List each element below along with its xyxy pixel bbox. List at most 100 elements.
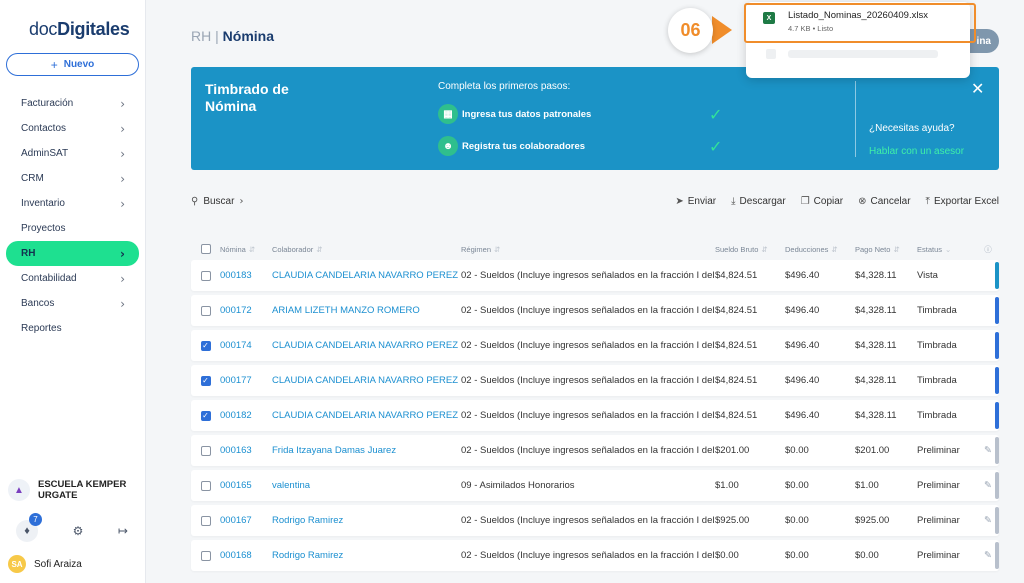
status-badge: Preliminar [917,550,960,561]
row-checkbox[interactable] [200,445,211,456]
sidebar-item-label: Proyectos [21,223,66,234]
colaborador-link[interactable]: CLAUDIA CANDELARIA NAVARRO PEREZ [272,375,461,386]
step-register-employees[interactable]: ☻ Registra tus colaboradores [438,136,585,156]
breadcrumb-parent[interactable]: RH [191,28,211,44]
nomina-link[interactable]: 000167 [220,515,272,526]
column-deducciones[interactable]: Deducciones ⇵ [785,245,855,254]
nomina-link[interactable]: 000177 [220,375,272,386]
column-sueldo-bruto[interactable]: Sueldo Bruto ⇵ [715,245,785,254]
edit-pencil-icon[interactable]: ✎ [984,550,992,561]
download-button[interactable]: ⤓ Descargar [731,196,786,207]
sidebar-item-bancos[interactable]: Bancos › [6,291,139,316]
nomina-link[interactable]: 000168 [220,550,272,561]
table-row[interactable]: 000167 Rodrigo Ramirez 02 - Sueldos (Inclu… [191,505,999,536]
nomina-link[interactable]: 000174 [220,340,272,351]
close-icon[interactable]: ✕ [971,79,984,99]
table-row[interactable]: ✓ 000174 CLAUDIA CANDELARIA NAVARRO PEREZ 0… [191,330,999,361]
bell-icon[interactable]: ♦ 7 [16,513,42,542]
table-row[interactable]: 000168 Rodrigo Ramirez 02 - Sueldos (Inclu… [191,540,999,571]
status-badge: Preliminar [917,480,960,491]
table-row[interactable]: 000183 CLAUDIA CANDELARIA NAVARRO PEREZ 02… [191,260,999,291]
column-estatus[interactable]: Estatus ⌄ [917,245,977,254]
user-profile[interactable]: SA Sofi Araiza [8,555,82,573]
table-row[interactable]: 000172 ARIAM LIZETH MANZO ROMERO 02 - Suel… [191,295,999,326]
deducciones-cell: $496.40 [785,305,820,316]
row-checkbox[interactable] [200,550,211,561]
nomina-link[interactable]: 000182 [220,410,272,421]
company-selector[interactable]: ▲ ESCUELA KEMPER URGATE [8,479,143,501]
chevron-right-icon: › [120,96,125,111]
arrow-right-icon [712,16,732,44]
colaborador-link[interactable]: CLAUDIA CANDELARIA NAVARRO PEREZ [272,340,461,351]
column-regimen[interactable]: Régimen ⇵ [461,245,715,254]
onboarding-banner: Timbrado de Nómina Completa los primeros… [191,67,999,170]
column-pago-neto[interactable]: Pago Neto ⇵ [855,245,917,254]
status-indicator [995,332,999,359]
table-row[interactable]: ✓ 000182 CLAUDIA CANDELARIA NAVARRO PEREZ 0… [191,400,999,431]
nomina-link[interactable]: 000183 [220,270,272,281]
table-row[interactable]: 000163 Frida Itzayana Damas Juarez 02 - Su… [191,435,999,466]
colaborador-link[interactable]: CLAUDIA CANDELARIA NAVARRO PEREZ [272,410,461,421]
step-employer-data[interactable]: ▦ Ingresa tus datos patronales [438,104,591,124]
logout-icon[interactable]: ↦ [118,524,128,538]
sidebar-item-label: Inventario [21,198,65,209]
colaborador-link[interactable]: ARIAM LIZETH MANZO ROMERO [272,305,461,316]
status-indicator [995,437,999,464]
sidebar-item-adminsat[interactable]: AdminSAT › [6,141,139,166]
column-nomina[interactable]: Nómina ⇵ [220,245,272,254]
status-badge: Timbrada [917,340,957,351]
pago-neto-cell: $4,328.11 [855,305,897,316]
row-checkbox[interactable]: ✓ [200,340,211,351]
sidebar-item-contactos[interactable]: Contactos › [6,116,139,141]
sidebar-item-proyectos[interactable]: Proyectos [6,216,139,241]
edit-pencil-icon[interactable]: ✎ [984,445,992,456]
banner-title: Timbrado de Nómina [205,81,289,114]
status-indicator [995,472,999,499]
colaborador-link[interactable]: Frida Itzayana Damas Juarez [272,445,461,456]
edit-pencil-icon[interactable]: ✎ [984,515,992,526]
nomina-link[interactable]: 000163 [220,445,272,456]
sidebar-item-crm[interactable]: CRM › [6,166,139,191]
send-button[interactable]: ➤ Enviar [675,196,716,207]
sidebar-item-reportes[interactable]: Reportes [6,316,139,341]
copy-button[interactable]: ❐ Copiar [801,196,843,207]
row-checkbox[interactable] [200,270,211,281]
status-indicator [995,297,999,324]
new-button[interactable]: + Nuevo [6,53,139,76]
contact-advisor-link[interactable]: Hablar con un asesor [869,146,964,157]
deducciones-cell: $496.40 [785,410,820,421]
nomina-link[interactable]: 000172 [220,305,272,316]
select-all-checkbox[interactable] [200,244,211,254]
sidebar-item-facturacion[interactable]: Facturación › [6,91,139,116]
export-excel-button[interactable]: ⤒ Exportar Excel [926,196,999,207]
sidebar-item-contabilidad[interactable]: Contabilidad › [6,266,139,291]
app-logo[interactable]: docDigitales [29,19,130,40]
table-row[interactable]: ✓ 000177 CLAUDIA CANDELARIA NAVARRO PEREZ 0… [191,365,999,396]
row-checkbox[interactable] [200,305,211,316]
cancel-button[interactable]: ⊗ Cancelar [858,196,910,207]
row-checkbox[interactable] [200,480,211,491]
edit-pencil-icon[interactable]: ✎ [984,480,992,491]
sidebar-item-label: AdminSAT [21,148,69,159]
company-logo-icon: ▲ [8,479,30,501]
sidebar-item-inventario[interactable]: Inventario › [6,191,139,216]
info-icon[interactable]: ⓘ [977,244,999,255]
sidebar-item-rh[interactable]: RH › [6,241,139,266]
colaborador-link[interactable]: Rodrigo Ramirez [272,550,461,561]
row-checkbox[interactable]: ✓ [200,410,211,421]
sort-icon: ⇵ [316,244,323,254]
nomina-link[interactable]: 000165 [220,480,272,491]
colaborador-link[interactable]: CLAUDIA CANDELARIA NAVARRO PEREZ [272,270,461,281]
row-checkbox[interactable] [200,515,211,526]
chevron-right-icon: › [120,296,125,311]
sidebar-item-label: Bancos [21,298,55,309]
sidebar-item-label: RH [21,248,36,259]
gear-icon[interactable]: ⚙ [73,524,84,538]
status-indicator [995,367,999,394]
search-button[interactable]: ⚲ Buscar › [191,196,243,207]
table-row[interactable]: 000165 valentina 09 - Asimilados Honorario… [191,470,999,501]
column-colaborador[interactable]: Colaborador ⇵ [272,245,461,254]
colaborador-link[interactable]: valentina [272,480,461,491]
colaborador-link[interactable]: Rodrigo Ramirez [272,515,461,526]
row-checkbox[interactable]: ✓ [200,375,211,386]
